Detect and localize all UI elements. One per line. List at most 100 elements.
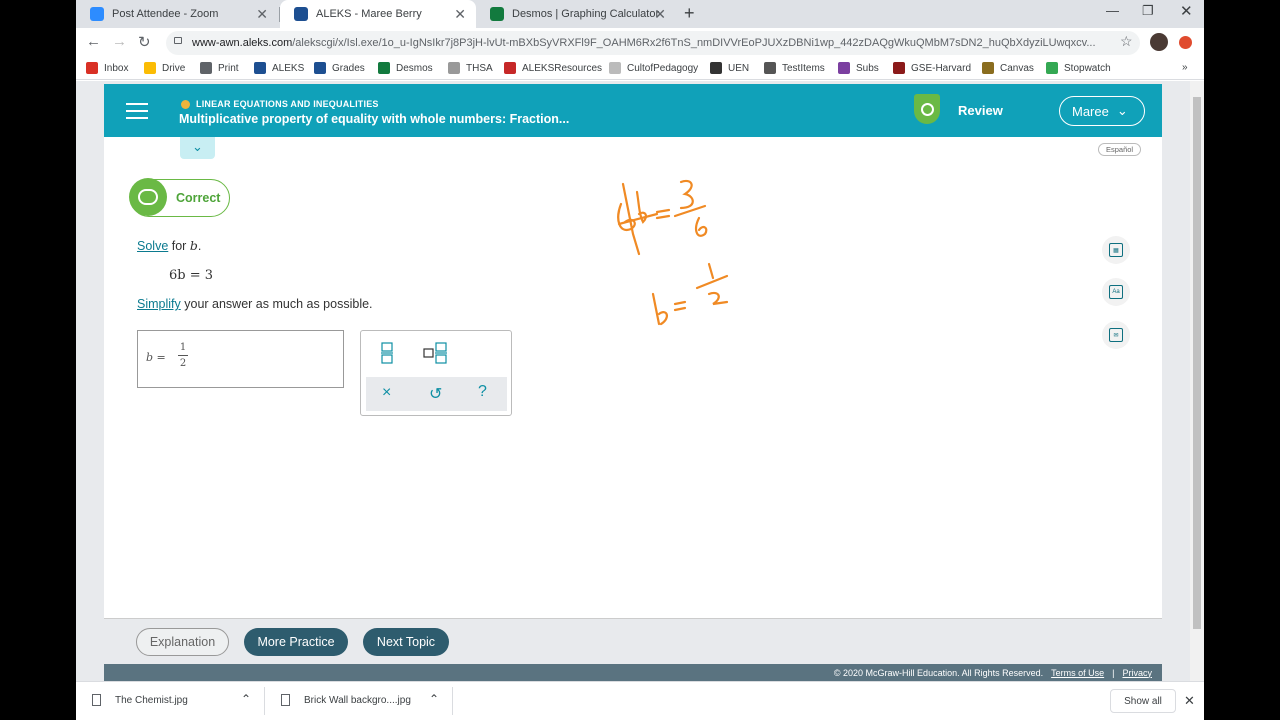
simplify-instruction: Simplify your answer as much as possible…: [137, 297, 373, 311]
uen-icon: [710, 62, 722, 74]
keypad-actions: × ↺ ?: [366, 377, 507, 411]
close-icon[interactable]: ✕: [454, 6, 466, 23]
bookmark-thsa[interactable]: THSA: [448, 62, 493, 74]
close-icon[interactable]: ✕: [256, 6, 268, 23]
bookmark-stopwatch[interactable]: Stopwatch: [1046, 62, 1111, 74]
answer-denominator: 2: [179, 358, 187, 369]
bookmark-inbox[interactable]: Inbox: [86, 62, 128, 74]
extension-icon[interactable]: [1179, 36, 1192, 49]
bookmark-uen[interactable]: UEN: [710, 62, 749, 74]
more-practice-button[interactable]: More Practice: [244, 628, 348, 656]
download-filename: The Chemist.jpg: [115, 694, 188, 706]
tab-aleks[interactable]: ALEKS - Maree Berry ✕: [280, 0, 476, 28]
bookmark-grades[interactable]: Grades: [314, 62, 365, 74]
download-item[interactable]: The Chemist.jpg: [92, 694, 188, 706]
bookmark-aleks[interactable]: ALEKS: [254, 62, 304, 74]
privacy-link[interactable]: Privacy: [1122, 668, 1152, 678]
user-name: Maree: [1072, 103, 1109, 119]
review-link[interactable]: Review: [958, 103, 1003, 118]
bookmarks-bar: Inbox Drive Print ALEKS Grades Desmos TH…: [76, 58, 1204, 80]
scrollbar-thumb[interactable]: [1193, 97, 1201, 629]
bookmark-label: UEN: [728, 62, 750, 74]
address-host: www-awn.aleks.com: [192, 37, 293, 49]
clear-icon[interactable]: ×: [382, 384, 391, 402]
solve-link[interactable]: Solve: [137, 239, 168, 253]
bookmark-star-icon[interactable]: ☆: [1120, 33, 1133, 50]
next-topic-button[interactable]: Next Topic: [363, 628, 449, 656]
forward-icon[interactable]: →: [112, 33, 127, 50]
aleks-icon: [294, 7, 308, 21]
simplify-link[interactable]: Simplify: [137, 297, 181, 311]
message-tool[interactable]: ✉: [1102, 321, 1130, 349]
prompt-period: .: [197, 239, 202, 253]
handwritten-scratch: [617, 179, 729, 326]
undo-icon[interactable]: ↺: [429, 384, 442, 404]
print-icon: [200, 62, 212, 74]
download-divider: [264, 687, 265, 715]
tab-title: Post Attendee - Zoom: [112, 8, 219, 20]
help-icon[interactable]: ?: [478, 383, 487, 401]
bookmark-aleksresources[interactable]: ALEKSResources: [504, 62, 602, 74]
download-item[interactable]: Brick Wall backgro....jpg: [281, 694, 411, 706]
show-all-button[interactable]: Show all: [1110, 689, 1176, 713]
bookmark-canvas[interactable]: Canvas: [982, 62, 1034, 74]
lock-icon[interactable]: [174, 37, 182, 44]
minimize-icon[interactable]: —: [1106, 3, 1119, 18]
bookmark-label: GSE-Harvard: [911, 62, 972, 74]
close-downloads-icon[interactable]: ✕: [1184, 693, 1195, 709]
page-scrollbar[interactable]: [1190, 81, 1204, 681]
canvas-icon: [982, 62, 994, 74]
footer-separator: |: [1112, 667, 1115, 678]
bookmarks-overflow-icon[interactable]: »: [1182, 62, 1188, 73]
copyright-text: © 2020 McGraw-Hill Education. All Rights…: [833, 667, 1044, 678]
bookmark-cultofpedagogy[interactable]: CultofPedagogy: [609, 62, 698, 74]
bookmark-label: Inbox: [104, 62, 129, 74]
dictionary-icon: Aa: [1109, 285, 1123, 299]
back-icon[interactable]: ←: [86, 33, 101, 50]
new-tab-icon[interactable]: +: [684, 3, 695, 24]
calculator-tool[interactable]: ▦: [1102, 236, 1130, 264]
address-path: /alekscgi/x/Isl.exe/1o_u-IgNsIkr7j8P3jH-…: [292, 37, 1096, 49]
chevron-up-icon[interactable]: ⌃: [241, 692, 251, 706]
mixed-number-icon[interactable]: [423, 342, 447, 364]
bookmark-label: Desmos: [396, 62, 433, 74]
aleks-header: LINEAR EQUATIONS AND INEQUALITIES Multip…: [104, 84, 1162, 137]
menu-icon[interactable]: [126, 103, 148, 124]
profile-avatar[interactable]: [1150, 33, 1168, 51]
review-shield-icon[interactable]: [914, 94, 940, 124]
prompt-variable: b: [189, 238, 198, 253]
bookmark-label: Canvas: [1000, 62, 1034, 74]
reload-icon[interactable]: ↻: [138, 33, 151, 51]
simplify-text: your answer as much as possible.: [180, 297, 373, 311]
window-close-icon[interactable]: ✕: [1180, 2, 1193, 20]
bookmark-subs[interactable]: Subs: [838, 62, 879, 74]
fraction-icon[interactable]: [381, 342, 393, 364]
tab-desmos[interactable]: Desmos | Graphing Calculator ✕: [476, 0, 676, 28]
terms-link[interactable]: Terms of Use: [1051, 668, 1104, 678]
bookmark-drive[interactable]: Drive: [144, 62, 185, 74]
bookmark-gse-harvard[interactable]: GSE-Harvard: [893, 62, 971, 74]
bookmark-print[interactable]: Print: [200, 62, 239, 74]
resources-icon: [504, 62, 516, 74]
tab-zoom[interactable]: Post Attendee - Zoom ✕: [76, 0, 278, 28]
close-icon[interactable]: ✕: [654, 6, 666, 23]
bookmark-desmos[interactable]: Desmos: [378, 62, 433, 74]
subs-icon: [838, 62, 850, 74]
tab-title: Desmos | Graphing Calculator: [512, 8, 660, 20]
user-menu-button[interactable]: Maree ⌄: [1059, 96, 1145, 126]
answer-input[interactable]: b = 1 2: [137, 330, 344, 388]
thsa-icon: [448, 62, 460, 74]
drive-icon: [144, 62, 156, 74]
gmail-icon: [86, 62, 98, 74]
bookmark-testitems[interactable]: TestItems: [764, 62, 825, 74]
explanation-button[interactable]: Explanation: [136, 628, 229, 656]
expand-chevron-icon[interactable]: ⌄: [180, 137, 215, 159]
download-filename: Brick Wall backgro....jpg: [304, 694, 411, 706]
espanol-button[interactable]: Español: [1098, 143, 1142, 156]
address-bar[interactable]: www-awn.aleks.com/alekscgi/x/Isl.exe/1o_…: [166, 31, 1140, 55]
downloads-bar: The Chemist.jpg ⌃ Brick Wall backgro....…: [76, 681, 1204, 720]
maximize-icon[interactable]: ❐: [1142, 3, 1154, 19]
chevron-up-icon[interactable]: ⌃: [429, 692, 439, 706]
dictionary-tool[interactable]: Aa: [1102, 278, 1130, 306]
download-divider: [452, 687, 453, 715]
